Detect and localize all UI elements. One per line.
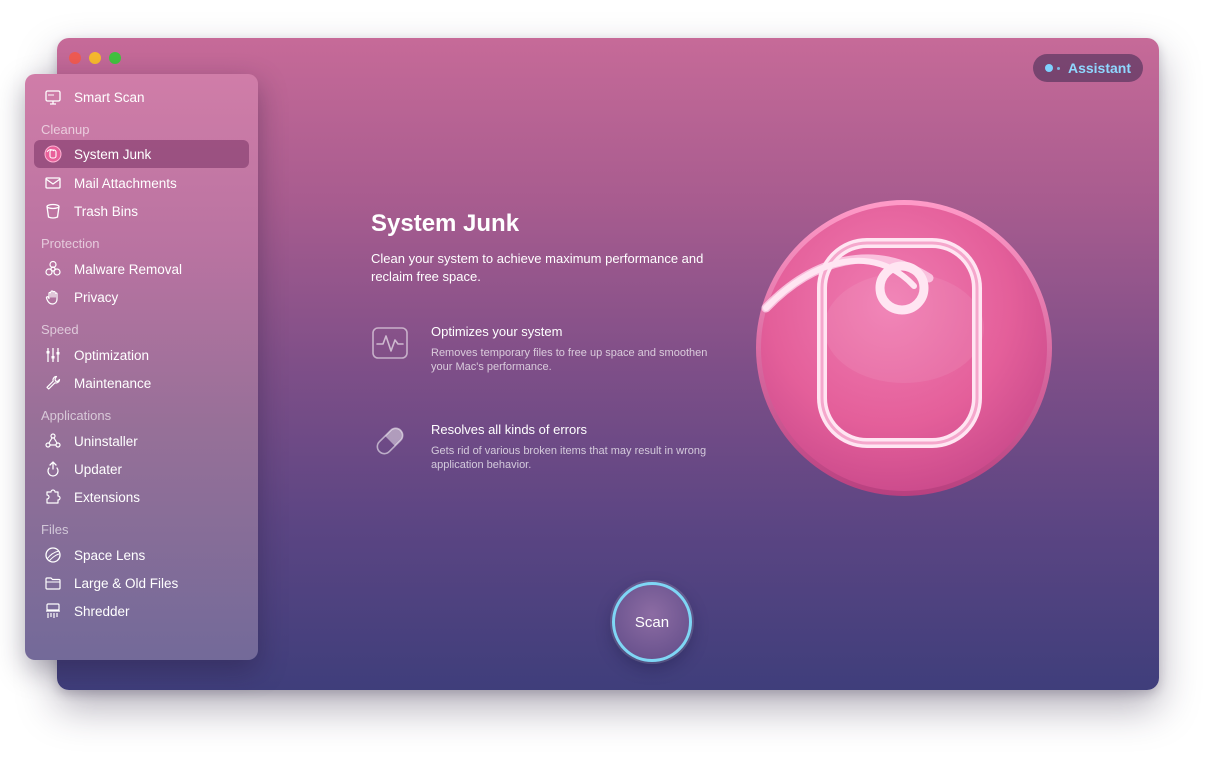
sidebar-item-space-lens[interactable]: Space Lens [34,541,249,569]
system-junk-icon [42,143,64,165]
scan-button[interactable]: Scan [612,582,692,662]
space-lens-icon [42,544,64,566]
sidebar-item-label: Smart Scan [74,89,145,105]
sidebar-item-maintenance[interactable]: Maintenance [34,369,249,397]
biohazard-icon [42,258,64,280]
window-controls [69,52,121,64]
sidebar-item-large-old-files[interactable]: Large & Old Files [34,569,249,597]
sidebar-item-label: Optimization [74,347,150,363]
scan-button-label: Scan [634,613,670,631]
sidebar-item-label: Trash Bins [74,203,139,219]
feature-description: Gets rid of various broken items that ma… [431,445,707,471]
section-header-protection: Protection [41,236,100,251]
feature-description: Removes temporary files to free up space… [431,347,708,373]
envelope-icon [42,172,64,194]
sidebar-item-uninstaller[interactable]: Uninstaller [34,427,249,455]
sidebar-item-updater[interactable]: Updater [34,455,249,483]
minimize-window-button[interactable] [89,52,101,64]
trash-icon [42,200,64,222]
shredder-icon [42,600,64,622]
sidebar-item-system-junk[interactable]: System Junk [34,140,249,168]
feature-title: Optimizes your system [431,324,563,339]
sidebar-item-label: Uninstaller [74,433,138,449]
assistant-label: Assistant [1067,60,1131,76]
folder-icon [42,572,64,594]
sidebar-item-label: Extensions [74,489,141,505]
page-description: Clean your system to achieve maximum per… [371,251,704,284]
puzzle-icon [42,486,64,508]
activity-monitor-icon [372,327,408,359]
assistant-icon [1045,64,1060,72]
sidebar-item-label: Mail Attachments [74,175,177,191]
section-header-files: Files [41,522,69,537]
sidebar-item-mail-attachments[interactable]: Mail Attachments [34,169,249,197]
sidebar-item-label: Privacy [74,289,119,305]
system-junk-hero-icon [756,200,1052,496]
sidebar-item-smart-scan[interactable]: Smart Scan [34,83,249,111]
sidebar-item-label: Large & Old Files [74,575,179,591]
sidebar-item-optimization[interactable]: Optimization [34,341,249,369]
sidebar-item-label: Shredder [74,603,130,619]
sidebar-item-privacy[interactable]: Privacy [34,283,249,311]
sidebar-item-label: Space Lens [74,547,146,563]
hand-icon [42,286,64,308]
sliders-icon [42,344,64,366]
uninstaller-icon [42,430,64,452]
assistant-button[interactable]: Assistant [1033,54,1143,82]
section-header-speed: Speed [41,322,79,337]
sidebar-item-label: Updater [74,461,123,477]
section-header-applications: Applications [41,408,112,423]
monitor-icon [42,86,64,108]
zoom-window-button[interactable] [109,52,121,64]
sidebar-item-shredder[interactable]: Shredder [34,597,249,625]
sidebar-item-malware-removal[interactable]: Malware Removal [34,255,249,283]
section-header-cleanup: Cleanup [41,122,90,137]
close-window-button[interactable] [69,52,81,64]
sidebar-item-label: Maintenance [74,375,152,391]
feature-title: Resolves all kinds of errors [431,422,588,437]
sidebar-item-trash-bins[interactable]: Trash Bins [34,197,249,225]
updater-icon [42,458,64,480]
sidebar-item-label: System Junk [74,146,152,162]
sidebar-item-label: Malware Removal [74,261,183,277]
stage: Assistant System Junk Clean your system … [0,0,1216,765]
sidebar: Smart Scan Cleanup System Junk Mail Atta… [25,74,258,660]
wrench-icon [42,372,64,394]
pill-icon [376,427,404,455]
page-title: System Junk [371,210,520,237]
sidebar-item-extensions[interactable]: Extensions [34,483,249,511]
